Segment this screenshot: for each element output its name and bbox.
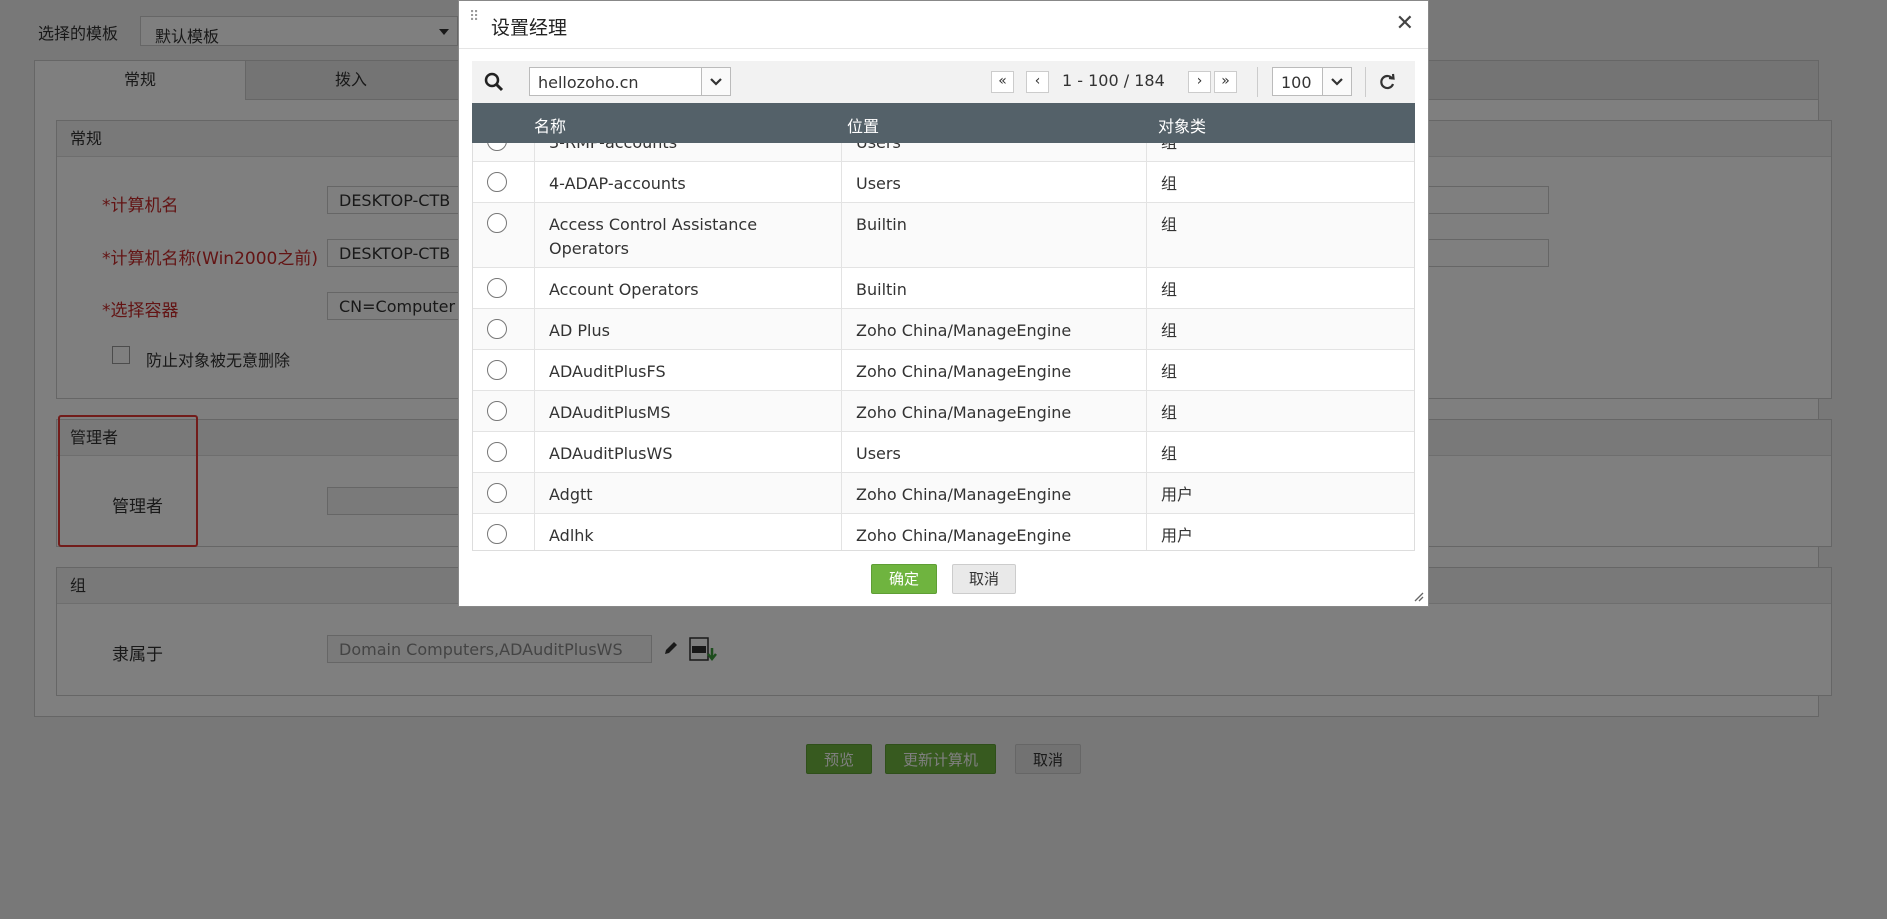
- row-location: Users: [842, 143, 1147, 161]
- search-icon[interactable]: [484, 72, 504, 92]
- row-name: ADAuditPlusFS: [535, 350, 842, 390]
- last-page-button[interactable]: »: [1214, 71, 1237, 93]
- row-location: Users: [842, 162, 1147, 202]
- row-name: Adlhk: [535, 514, 842, 550]
- row-location: Builtin: [842, 268, 1147, 308]
- row-radio[interactable]: [487, 143, 507, 151]
- table-row[interactable]: Account Operators Builtin 组: [473, 268, 1414, 309]
- drag-handle-icon[interactable]: ⠿: [469, 10, 479, 31]
- row-radio[interactable]: [487, 360, 507, 380]
- resize-handle-icon[interactable]: [1412, 590, 1424, 602]
- row-type: 组: [1161, 403, 1178, 422]
- row-name: ADAuditPlusWS: [535, 432, 842, 472]
- table-row[interactable]: ADAuditPlusFS Zoho China/ManageEngine 组: [473, 350, 1414, 391]
- close-icon[interactable]: ✕: [1396, 11, 1414, 36]
- prev-page-button[interactable]: ‹: [1026, 71, 1049, 93]
- row-location: Users: [842, 432, 1147, 472]
- chevron-down-icon: [710, 78, 722, 86]
- row-type: 用户: [1161, 485, 1194, 504]
- row-radio[interactable]: [487, 442, 507, 462]
- row-name: 3-RMP-accounts: [535, 143, 842, 161]
- table-body[interactable]: 3-RMP-accounts Users 组 4-ADAP-accounts U…: [472, 143, 1415, 551]
- dialog-title: 设置经理: [491, 17, 568, 39]
- row-radio[interactable]: [487, 172, 507, 192]
- row-location: Zoho China/ManageEngine: [842, 473, 1147, 513]
- table-row[interactable]: 4-ADAP-accounts Users 组: [473, 162, 1414, 203]
- column-header-name[interactable]: 名称: [534, 113, 566, 137]
- row-name: Access Control Assistance Operators: [535, 203, 842, 267]
- first-page-button[interactable]: «: [991, 71, 1014, 93]
- table-row[interactable]: 3-RMP-accounts Users 组: [473, 143, 1414, 162]
- pagination-text: 1 - 100 / 184: [1062, 71, 1165, 90]
- row-radio[interactable]: [487, 213, 507, 233]
- set-manager-dialog: ⠿ 设置经理 ✕ hellozoho.cn « ‹ 1 - 100 / 184 …: [458, 0, 1429, 607]
- ok-button[interactable]: 确定: [871, 564, 938, 594]
- dialog-cancel-button[interactable]: 取消: [952, 564, 1017, 594]
- page-size-dropdown-button[interactable]: [1322, 68, 1351, 95]
- row-radio[interactable]: [487, 319, 507, 339]
- refresh-icon[interactable]: [1378, 73, 1396, 91]
- domain-select-value: hellozoho.cn: [538, 73, 639, 92]
- domain-dropdown-button[interactable]: [701, 68, 730, 95]
- row-name: Adgtt: [535, 473, 842, 513]
- row-radio[interactable]: [487, 524, 507, 544]
- row-name: 4-ADAP-accounts: [535, 162, 842, 202]
- row-name: ADAuditPlusMS: [535, 391, 842, 431]
- row-type: 组: [1161, 362, 1178, 381]
- column-header-type[interactable]: 对象类: [1158, 113, 1206, 137]
- row-type: 组: [1161, 444, 1178, 463]
- next-page-button[interactable]: ›: [1188, 71, 1211, 93]
- row-type: 组: [1161, 215, 1178, 234]
- table-row[interactable]: ADAuditPlusMS Zoho China/ManageEngine 组: [473, 391, 1414, 432]
- table-row[interactable]: Access Control Assistance Operators Buil…: [473, 203, 1414, 268]
- table-row[interactable]: AD Plus Zoho China/ManageEngine 组: [473, 309, 1414, 350]
- row-name: Account Operators: [535, 268, 842, 308]
- row-type: 用户: [1161, 526, 1194, 545]
- row-location: Zoho China/ManageEngine: [842, 391, 1147, 431]
- chevron-down-icon: [1331, 78, 1343, 86]
- domain-select[interactable]: hellozoho.cn: [529, 67, 731, 96]
- page-size-select[interactable]: 100: [1272, 67, 1352, 96]
- column-header-location[interactable]: 位置: [847, 113, 879, 137]
- row-type: 组: [1161, 280, 1178, 299]
- row-radio[interactable]: [487, 483, 507, 503]
- row-location: Zoho China/ManageEngine: [842, 309, 1147, 349]
- table-row[interactable]: Adgtt Zoho China/ManageEngine 用户: [473, 473, 1414, 514]
- row-type: 组: [1161, 321, 1178, 340]
- table-row[interactable]: Adlhk Zoho China/ManageEngine 用户: [473, 514, 1414, 550]
- table-header: 名称 位置 对象类: [472, 103, 1415, 143]
- row-location: Zoho China/ManageEngine: [842, 350, 1147, 390]
- row-type: 组: [1161, 174, 1178, 193]
- row-location: Builtin: [842, 203, 1147, 267]
- table-row[interactable]: ADAuditPlusWS Users 组: [473, 432, 1414, 473]
- row-location: Zoho China/ManageEngine: [842, 514, 1147, 550]
- row-name: AD Plus: [535, 309, 842, 349]
- dialog-toolbar: hellozoho.cn « ‹ 1 - 100 / 184 › » 100: [472, 61, 1415, 103]
- row-radio[interactable]: [487, 278, 507, 298]
- row-type: 组: [1147, 143, 1414, 161]
- row-radio[interactable]: [487, 401, 507, 421]
- page-size-value: 100: [1281, 73, 1312, 92]
